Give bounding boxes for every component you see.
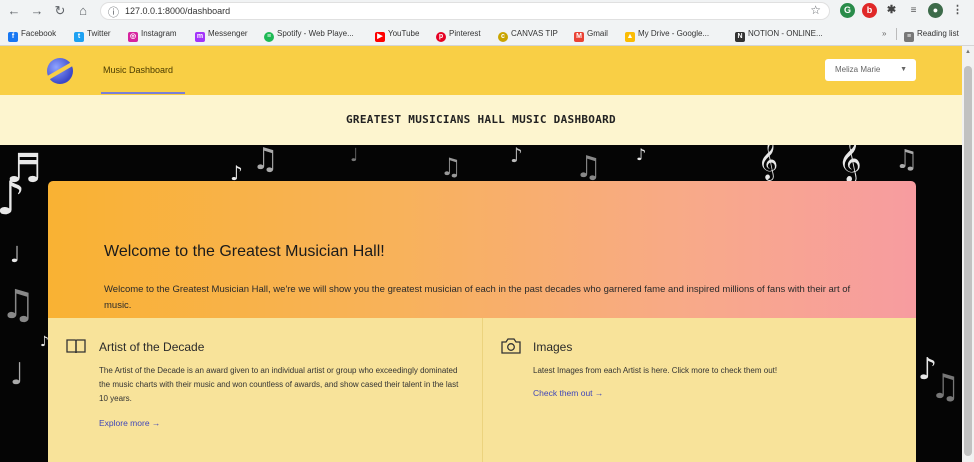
music-note-icon: ♪ [636,145,647,164]
welcome-text: Welcome to the Greatest Musician Hall, w… [104,284,851,311]
page-banner: GREATEST MUSICIANS HALL MUSIC DASHBOARD [0,95,962,145]
music-note-icon: ♫ [930,367,961,407]
scrollbar-thumb[interactable] [964,66,972,456]
instagram-icon: ◎ [128,32,138,42]
user-name: Meliza Marie [835,65,881,74]
twitter-icon: t [74,32,84,42]
page-scrollbar[interactable]: ▲ [962,46,974,462]
feature-artist-of-decade: Artist of the Decade The Artist of the D… [48,318,482,462]
music-note-icon: ♪ [230,161,243,185]
facebook-icon: f [8,32,18,42]
feature-description: The Artist of the Decade is an award giv… [99,366,459,403]
treble-clef-icon: 𝄞 [758,145,779,180]
book-icon [66,339,86,354]
messenger-icon: m [195,32,205,42]
page-title: GREATEST MUSICIANS HALL MUSIC DASHBOARD [346,113,616,126]
music-note-icon: ♫ [0,282,36,328]
bookmark-pinterest[interactable]: p Pinterest [436,27,481,42]
bookmarks-divider [896,28,897,40]
music-note-icon: ♪ [0,171,26,225]
music-note-icon: ♫ [895,145,919,175]
address-url: 127.0.0.1:8000/dashboard [125,6,231,16]
profile-avatar[interactable]: ● [928,3,943,18]
back-icon[interactable]: ← [6,3,22,19]
home-icon[interactable]: ⌂ [75,3,91,19]
bookmarks-bar: f Facebook t Twitter ◎ Instagram m Messenger… [0,23,974,45]
music-note-icon: ♫ [252,145,279,177]
browser-menu-icon[interactable]: ⋮ [950,3,965,18]
canvas-icon: c [498,32,508,42]
explore-more-link[interactable]: Explore more → [99,418,160,428]
google-drive-icon: ▲ [625,32,635,42]
pinterest-icon: p [436,32,446,42]
scroll-up-icon[interactable]: ▲ [965,49,971,55]
bookmark-twitter[interactable]: t Twitter [74,27,111,42]
site-info-icon[interactable]: ⓘ [108,4,119,20]
bookmark-messenger[interactable]: m Messenger [195,27,248,42]
feature-title: Artist of the Decade [99,340,205,354]
forward-icon[interactable]: → [29,3,45,19]
planet-logo-icon[interactable] [47,58,73,84]
nav-music-dashboard[interactable]: Music Dashboard [103,65,173,75]
extensions-puzzle-icon[interactable]: ✱ [884,3,899,18]
camera-icon [501,338,521,354]
youtube-icon: ▶ [375,32,385,42]
notion-icon: N [735,32,745,42]
bookmark-star-icon[interactable]: ☆ [810,3,821,17]
bookmark-youtube[interactable]: ▶ YouTube [375,27,419,42]
gmail-icon: M [574,32,584,42]
browser-chrome: ← → ↻ ⌂ ⓘ 127.0.0.1:8000/dashboard ☆ G b… [0,0,974,46]
music-note-icon: ♫ [575,150,602,185]
check-them-out-link[interactable]: Check them out → [533,388,603,398]
feature-title: Images [533,340,573,354]
welcome-hero: Welcome to the Greatest Musician Hall! W… [48,181,916,318]
reading-list-icon: ≡ [904,32,914,42]
app-navbar: Music Dashboard Meliza Marie ▼ [0,46,962,95]
bookmark-facebook[interactable]: f Facebook [8,27,56,42]
browser-toolbar: ← → ↻ ⌂ ⓘ 127.0.0.1:8000/dashboard ☆ G b… [0,0,974,23]
music-note-icon: ♩ [10,357,25,392]
spotify-icon: ≡ [264,32,274,42]
bookmark-gmail[interactable]: M Gmail [574,27,608,42]
music-note-icon: ♪ [510,145,523,167]
reading-list[interactable]: ≡ Reading list [904,27,959,42]
extension-icon[interactable]: G [840,3,855,18]
bookmark-spotify[interactable]: ≡ Spotify - Web Playe... [264,27,354,42]
bookmarks-overflow-icon[interactable]: » [882,27,886,41]
welcome-title: Welcome to the Greatest Musician Hall! [104,243,385,260]
bookmark-google-drive[interactable]: ▲ My Drive - Google... [625,27,709,42]
user-dropdown-button[interactable]: Meliza Marie ▼ [825,59,916,81]
feature-images: Images Latest Images from each Artist is… [483,318,916,462]
chevron-down-icon: ▼ [900,66,907,73]
music-note-icon: ♫ [440,153,462,181]
bookmark-notion[interactable]: N NOTION - ONLINE... [735,27,823,42]
address-bar[interactable]: ⓘ 127.0.0.1:8000/dashboard ☆ [100,2,830,20]
reload-icon[interactable]: ↻ [52,3,68,19]
bookmark-instagram[interactable]: ◎ Instagram [128,27,177,42]
welcome-card: Welcome to the Greatest Musician Hall! W… [48,181,916,462]
media-queue-icon[interactable]: ≡ [906,3,921,18]
active-nav-indicator [101,92,185,94]
music-note-icon: ♩ [350,145,359,166]
treble-clef-icon: 𝄞 [838,145,862,182]
music-note-icon: ♩ [10,243,21,268]
bookmark-canvas-tip[interactable]: c CANVAS TIP [498,27,558,42]
feature-description: Latest Images from each Artist is here. … [533,366,778,375]
extension-red-icon[interactable]: b [862,3,877,18]
